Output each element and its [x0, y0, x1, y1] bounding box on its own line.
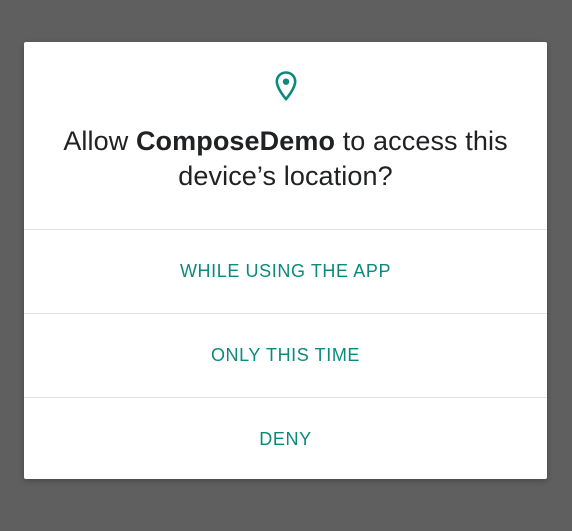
dialog-title: Allow ComposeDemo to access this device’…	[54, 124, 517, 194]
only-this-time-button[interactable]: ONLY THIS TIME	[24, 314, 547, 397]
app-name: ComposeDemo	[135, 126, 336, 156]
location-pin-icon	[273, 70, 299, 102]
deny-button[interactable]: DENY	[24, 398, 547, 479]
dialog-header: Allow ComposeDemo to access this device’…	[24, 42, 547, 229]
while-using-the-app-button[interactable]: WHILE USING THE APP	[24, 230, 547, 313]
permission-dialog: Allow ComposeDemo to access this device’…	[24, 42, 547, 479]
prompt-prefix: Allow	[63, 126, 136, 156]
